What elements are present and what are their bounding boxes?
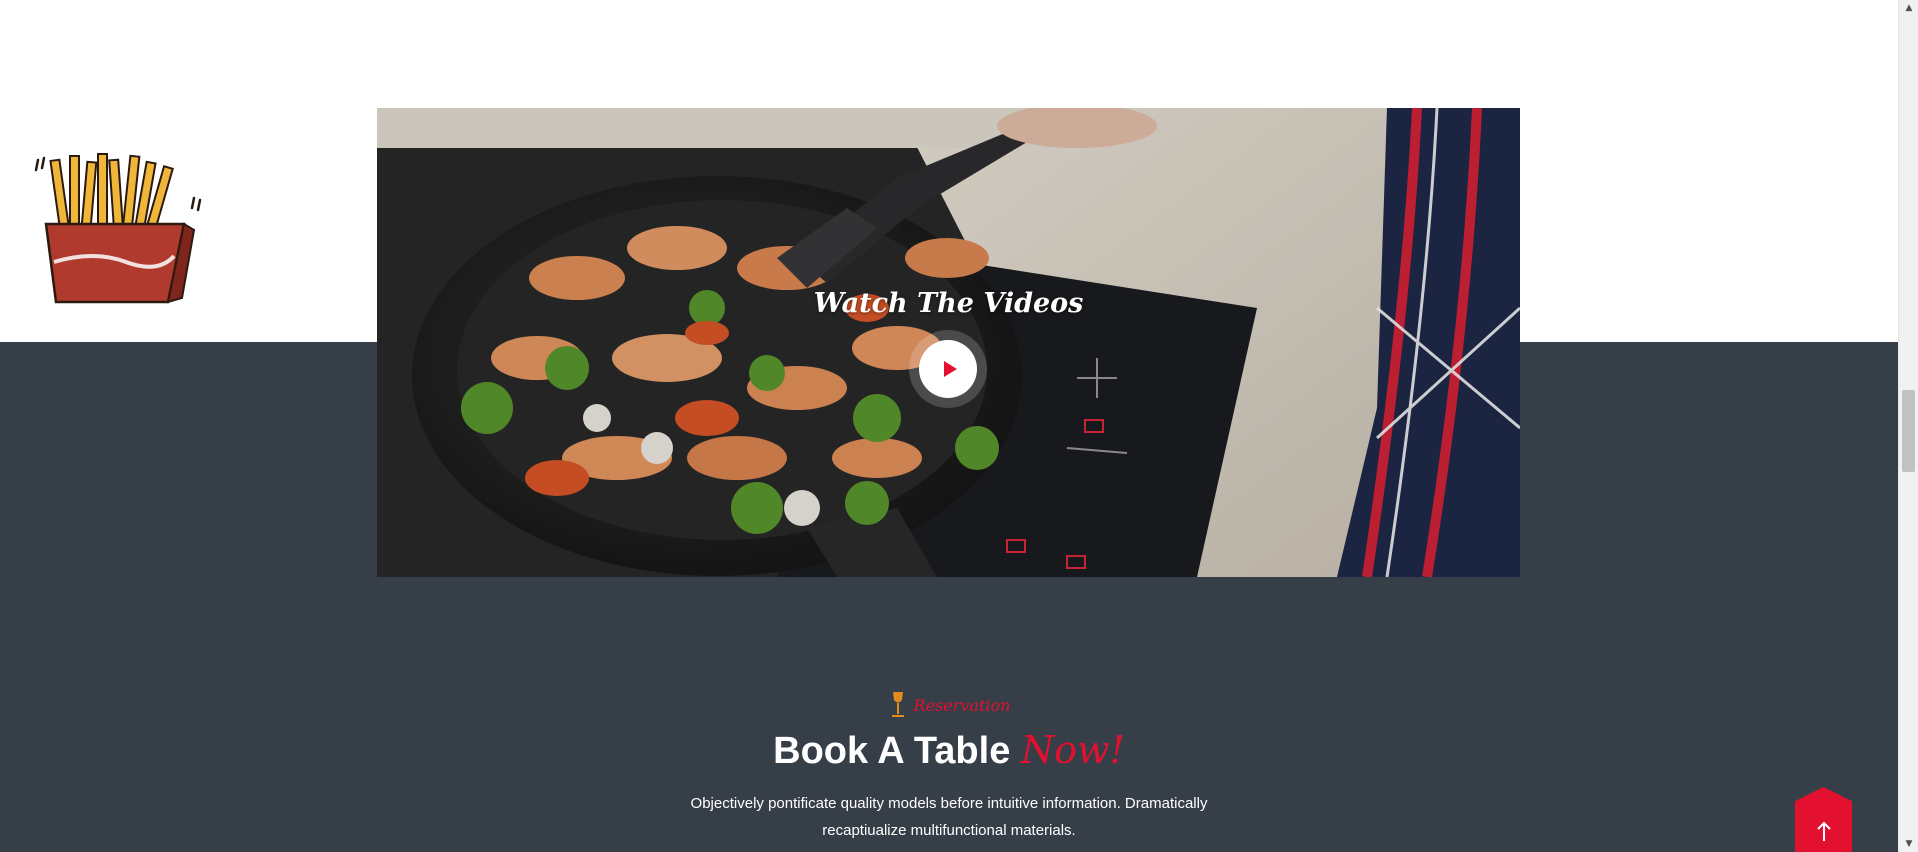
play-icon: [943, 361, 957, 377]
arrow-up-icon: [1816, 821, 1831, 841]
scrollbar-thumb[interactable]: [1902, 390, 1915, 472]
book-table-title-accent: Now!: [1020, 728, 1125, 772]
scroll-down-icon[interactable]: ▼: [1899, 836, 1918, 852]
video-title: Watch The Videos: [813, 288, 1084, 319]
scroll-up-icon[interactable]: ▲: [1899, 0, 1918, 16]
french-fries-icon: [34, 153, 202, 304]
wine-glass-icon: [891, 692, 904, 717]
book-table-title-main: Book A Table: [773, 730, 1011, 772]
video-banner[interactable]: Watch The Videos: [377, 108, 1520, 577]
page-scrollbar[interactable]: ▲ ▼: [1898, 0, 1918, 852]
page: Watch The Videos Reservation Book A Tabl…: [0, 0, 1918, 852]
book-table-description: Objectively pontificate quality models b…: [690, 795, 1208, 839]
reservation-label: Reservation: [913, 695, 1011, 715]
book-table-title: Book A Table Now!: [0, 728, 1898, 773]
reservation-tag: Reservation: [0, 690, 1898, 720]
play-button[interactable]: [919, 340, 977, 398]
